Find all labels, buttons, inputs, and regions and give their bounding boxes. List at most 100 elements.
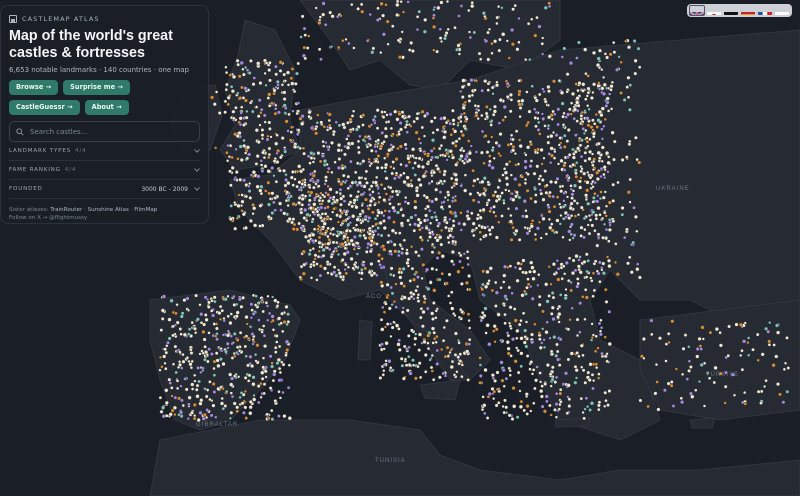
castle-marker[interactable] [228,183,233,188]
castle-marker[interactable] [328,231,333,236]
castle-marker[interactable] [431,242,435,246]
castle-marker[interactable] [688,365,693,369]
castle-marker[interactable] [375,126,380,131]
castle-marker[interactable] [544,330,549,335]
castle-marker[interactable] [409,294,414,299]
castle-marker[interactable] [430,353,434,358]
castle-marker[interactable] [442,129,448,135]
castle-marker[interactable] [478,380,483,385]
castle-marker[interactable] [467,318,471,323]
castle-marker[interactable] [700,325,705,330]
castle-marker[interactable] [328,10,333,15]
castle-marker[interactable] [248,218,253,223]
castle-marker[interactable] [328,126,333,131]
castle-marker[interactable] [535,151,540,155]
castle-marker[interactable] [232,374,237,378]
castle-marker[interactable] [273,196,278,200]
castle-marker[interactable] [264,375,268,379]
castle-marker[interactable] [506,207,511,211]
castle-marker[interactable] [364,169,369,174]
castle-marker[interactable] [398,275,403,280]
castle-marker[interactable] [259,107,264,112]
castle-marker[interactable] [565,195,570,199]
castle-marker[interactable] [383,134,389,139]
castle-marker[interactable] [431,341,435,345]
castle-marker[interactable] [423,207,428,211]
castle-marker[interactable] [596,403,601,408]
castle-marker[interactable] [512,231,516,235]
castle-marker[interactable] [454,177,459,182]
castle-marker[interactable] [363,266,368,271]
castle-marker[interactable] [244,354,248,358]
castle-marker[interactable] [521,214,525,219]
castle-marker[interactable] [401,376,406,381]
castle-marker[interactable] [302,26,307,31]
castle-marker[interactable] [546,103,551,107]
castle-marker[interactable] [543,382,548,387]
castle-marker[interactable] [420,324,425,329]
castle-marker[interactable] [321,225,326,229]
castle-marker[interactable] [214,334,218,338]
castle-marker[interactable] [509,237,514,242]
castle-marker[interactable] [417,254,421,258]
castle-marker[interactable] [327,237,331,242]
castle-marker[interactable] [418,220,423,225]
castle-marker[interactable] [517,237,522,242]
castle-marker[interactable] [170,394,174,398]
castle-marker[interactable] [626,75,631,80]
castle-marker[interactable] [746,336,751,340]
castle-marker[interactable] [243,375,248,380]
castle-marker[interactable] [291,183,296,187]
castle-marker[interactable] [539,394,544,399]
castle-marker[interactable] [561,123,566,127]
castle-marker[interactable] [513,151,518,156]
castle-marker[interactable] [430,250,435,255]
castle-marker[interactable] [383,162,389,167]
castle-marker[interactable] [389,266,394,271]
castle-marker[interactable] [507,285,512,290]
castle-marker[interactable] [600,137,605,141]
castle-marker[interactable] [591,163,595,168]
castle-marker[interactable] [212,102,217,107]
castle-marker[interactable] [487,227,492,233]
castle-marker[interactable] [570,306,574,310]
castle-marker[interactable] [504,376,509,381]
castle-marker[interactable] [410,147,416,152]
castle-marker[interactable] [318,264,323,269]
castle-marker[interactable] [490,85,495,90]
castle-marker[interactable] [376,154,381,158]
castle-marker[interactable] [540,112,545,116]
castle-marker[interactable] [381,115,386,120]
castle-marker[interactable] [325,162,329,167]
castle-marker[interactable] [454,181,459,186]
castle-marker[interactable] [434,187,439,192]
castle-marker[interactable] [572,107,578,112]
castle-marker[interactable] [556,357,561,362]
castle-marker[interactable] [426,346,431,351]
search-input[interactable]: Search castles... [9,121,200,142]
castle-marker[interactable] [324,178,328,183]
castle-marker[interactable] [574,174,579,179]
castle-marker[interactable] [422,134,427,138]
castle-marker[interactable] [263,71,267,76]
castle-marker[interactable] [571,189,576,193]
castle-marker[interactable] [229,382,234,387]
castle-marker[interactable] [385,322,390,326]
castle-marker[interactable] [313,257,317,261]
castle-marker[interactable] [341,122,346,127]
castle-marker[interactable] [199,321,204,325]
castle-marker[interactable] [596,56,601,61]
castle-marker[interactable] [332,206,336,211]
castle-marker[interactable] [549,222,554,226]
castle-marker[interactable] [342,234,347,239]
castle-marker[interactable] [537,302,542,307]
castle-marker[interactable] [481,292,485,297]
castle-marker[interactable] [270,314,275,319]
castle-marker[interactable] [448,233,453,238]
castle-marker[interactable] [535,226,541,231]
castle-marker[interactable] [442,200,446,204]
castle-marker[interactable] [437,250,442,255]
castle-marker[interactable] [597,407,601,412]
castle-marker[interactable] [546,126,551,131]
castle-marker[interactable] [418,148,423,153]
